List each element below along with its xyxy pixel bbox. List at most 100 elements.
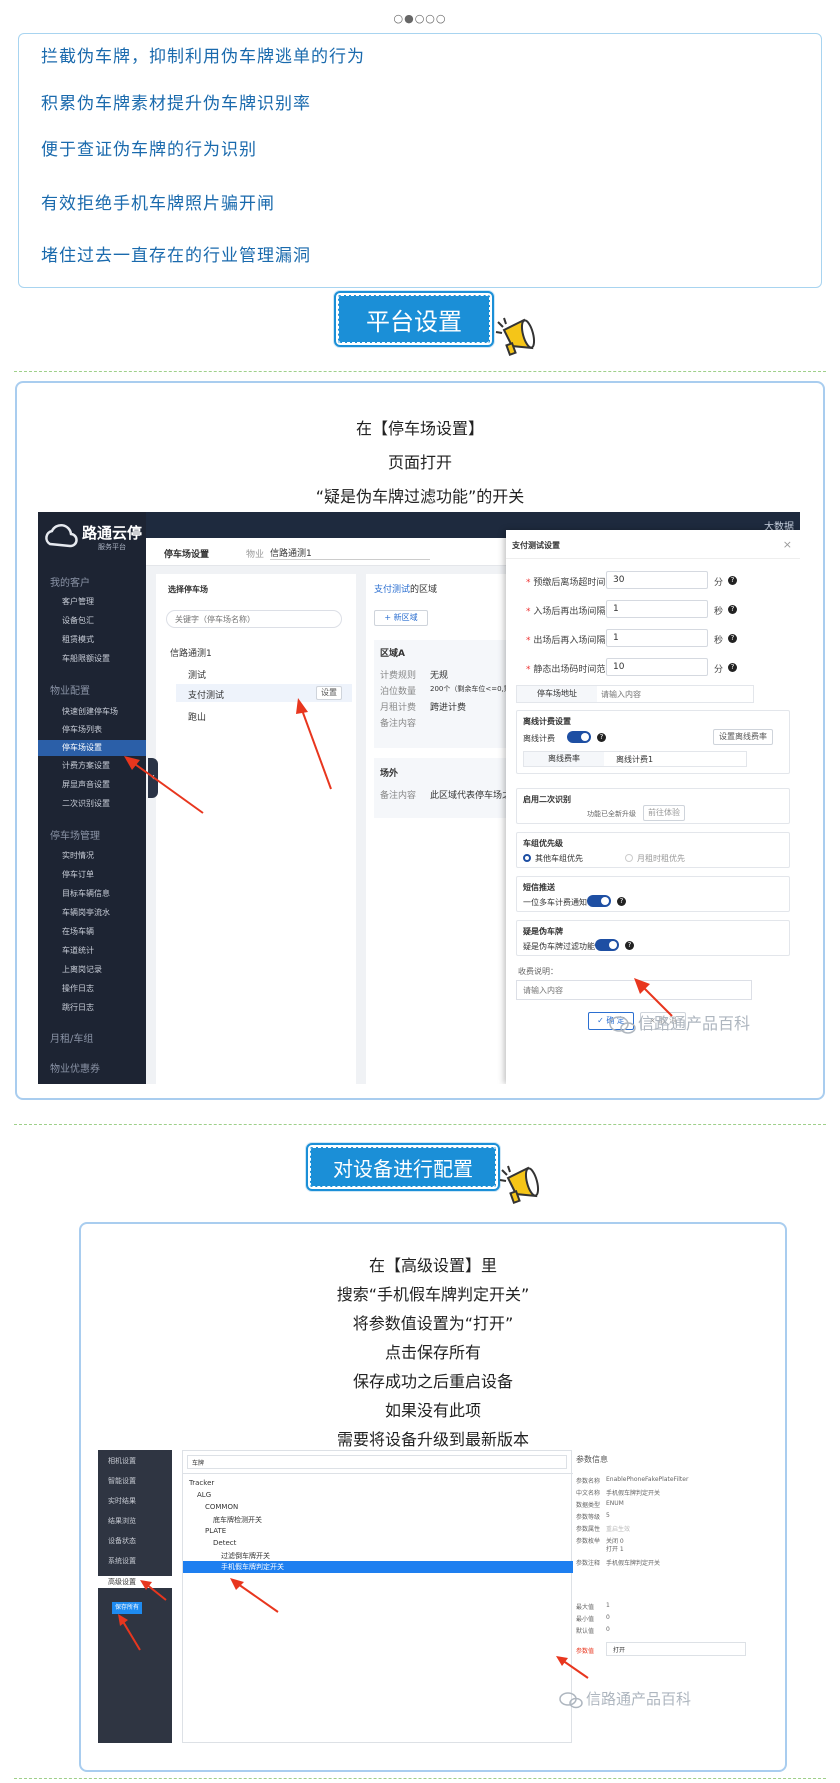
instruction-line: 页面打开 [387,453,452,472]
param-info-title: 参数信息 [576,1455,608,1464]
menu-group-property[interactable]: 物业配置 [50,682,90,697]
add-area-button[interactable]: + 新区域 [374,610,428,626]
offline-toggle[interactable] [567,731,591,743]
field-label: * 入场后再出场间隔 [526,607,606,617]
offline-rate-button[interactable]: 设置离线费率 [713,729,773,745]
property-label: 物业 [246,550,265,560]
param-info-label: 参数名称 [576,1478,601,1485]
menu-item[interactable]: 操作日志 [62,983,94,994]
logo: 路通云停 服务平台 [42,518,146,558]
help-icon[interactable]: ? [617,897,626,906]
menu-item[interactable]: 设备包汇 [62,615,94,626]
field-input[interactable]: 1 [606,600,708,618]
param-info-label: 参数注释 [576,1560,601,1567]
sms-label: 一位多车计费通知 [523,898,587,907]
tree-node[interactable]: PLATE [205,1527,226,1535]
second-try-button[interactable]: 前往体验 [643,805,685,821]
carousel-dots[interactable]: ○●○○○ [0,12,840,25]
tree-node[interactable]: 测试 [188,668,206,681]
menu-item[interactable]: 客户管理 [62,596,94,607]
area-title: 支付测试的区域 [374,582,437,595]
arrow-icon [118,1614,141,1651]
menu-item[interactable]: 车道统计 [62,945,94,956]
menu-group-parking[interactable]: 停车场管理 [50,827,100,842]
offline-rate-select[interactable]: 离线计费1 [616,754,653,765]
tree-divider [183,1473,573,1474]
second-text: 功能已全新升级 [587,810,636,818]
help-icon[interactable]: ? [625,941,634,950]
menu-item[interactable]: 停车场列表 [62,724,102,735]
param-search-input[interactable]: 车牌 [187,1455,567,1469]
area-title-link[interactable]: 支付测试 [374,585,410,595]
benefit-item: 拦截伪车牌，抑制利用伪车牌逃单的行为 [41,47,365,67]
tree-node[interactable]: 过滤倒车牌开关 [221,1551,270,1561]
offline-rate-row: 离线费率 离线计费1 [523,751,747,767]
field-input[interactable]: 10 [606,658,708,676]
address-input[interactable] [601,687,751,701]
device-menu-item[interactable]: 设备状态 [108,1536,136,1546]
menu-group-customers[interactable]: 我的客户 [50,574,90,589]
priority-title: 车组优先级 [523,839,563,848]
tree-node[interactable]: COMMON [205,1503,238,1511]
menu-item[interactable]: 计费方案设置 [62,760,110,771]
help-icon[interactable]: ? [728,634,737,643]
priority-radio[interactable] [625,854,633,862]
watermark-text: 信路通产品百科 [586,1690,692,1708]
menu-item[interactable]: 车船限额设置 [62,653,110,664]
tree-node[interactable]: 跑山 [188,710,206,723]
close-icon[interactable]: × [783,538,792,551]
help-icon[interactable]: ? [597,733,606,742]
priority-radio-checked[interactable] [523,854,531,862]
menu-item[interactable]: 停车订单 [62,869,94,880]
param-info-label: 最大值 [576,1604,595,1611]
menu-item[interactable]: 车辆岗亭流水 [62,907,110,918]
menu-item[interactable]: 屏显声音设置 [62,779,110,790]
field-input[interactable]: 30 [606,571,708,589]
device-menu-item[interactable]: 结果浏览 [108,1516,136,1526]
help-icon[interactable]: ? [728,663,737,672]
menu-item[interactable]: 目标车辆信息 [62,888,110,899]
section-title-platform: 平台设置 [334,291,494,347]
menu-group-monthly[interactable]: 月租/车组 [50,1030,93,1045]
second-title: 启用二次识别 [523,795,571,804]
fake-plate-toggle[interactable] [595,939,619,951]
offline-box: 离线计费设置 离线计费 ? 设置离线费率 离线费率 离线计费1 [516,710,790,774]
menu-item[interactable]: 二次识别设置 [62,798,110,809]
tree-node[interactable]: 底车牌检测开关 [213,1515,262,1525]
property-select[interactable]: 信路通测1 [270,546,430,560]
menu-item[interactable]: 快速创建停车场 [62,706,118,717]
tree-search-input[interactable] [166,610,342,628]
section-title-text: 对设备进行配置 [310,1147,496,1187]
menu-item[interactable]: 在场车辆 [62,926,94,937]
device-menu-item[interactable]: 相机设置 [108,1456,136,1466]
tree-node[interactable]: Detect [213,1539,236,1547]
field-input[interactable]: 1 [606,629,708,647]
device-menu-item[interactable]: 实时结果 [108,1496,136,1506]
benefit-item: 有效拒绝手机车牌照片骗开闸 [41,194,275,214]
help-icon[interactable]: ? [728,576,737,585]
param-info-value: 手机假车牌判定开关 [606,1560,661,1567]
instruction-line: “疑是伪车牌过滤功能”的开关 [315,487,525,506]
menu-item[interactable]: 实时情况 [62,850,94,861]
tree-node-selected[interactable]: 手机假车牌判定开关 [183,1561,573,1573]
param-value-select[interactable]: 打开 [606,1642,746,1656]
tree-node[interactable]: ALG [197,1491,211,1499]
benefit-item: 堵住过去一直存在的行业管理漏洞 [41,246,311,266]
sms-toggle[interactable] [587,895,611,907]
wechat-icon [609,1015,636,1034]
device-menu-item[interactable]: 系统设置 [108,1556,136,1566]
menu-item[interactable]: 跳行日志 [62,1002,94,1013]
watermark-text: 信路通产品百科 [638,1014,751,1033]
help-icon[interactable]: ? [728,605,737,614]
menu-item[interactable]: 租赁模式 [62,634,94,645]
device-menu-item[interactable]: 智能设置 [108,1476,136,1486]
instruction-line: 点击保存所有 [384,1343,481,1362]
menu-item[interactable]: 上离岗记录 [62,964,102,975]
tree-node[interactable]: Tracker [189,1479,214,1487]
instruction-line: 在【高级设置】里 [368,1256,497,1275]
instruction-line: 在【停车场设置】 [355,419,484,438]
param-info-value: 5 [606,1512,610,1519]
divider [14,371,826,372]
tree-root[interactable]: 信路通测1 [170,646,212,659]
menu-group-coupons[interactable]: 物业优惠券 [50,1060,100,1075]
